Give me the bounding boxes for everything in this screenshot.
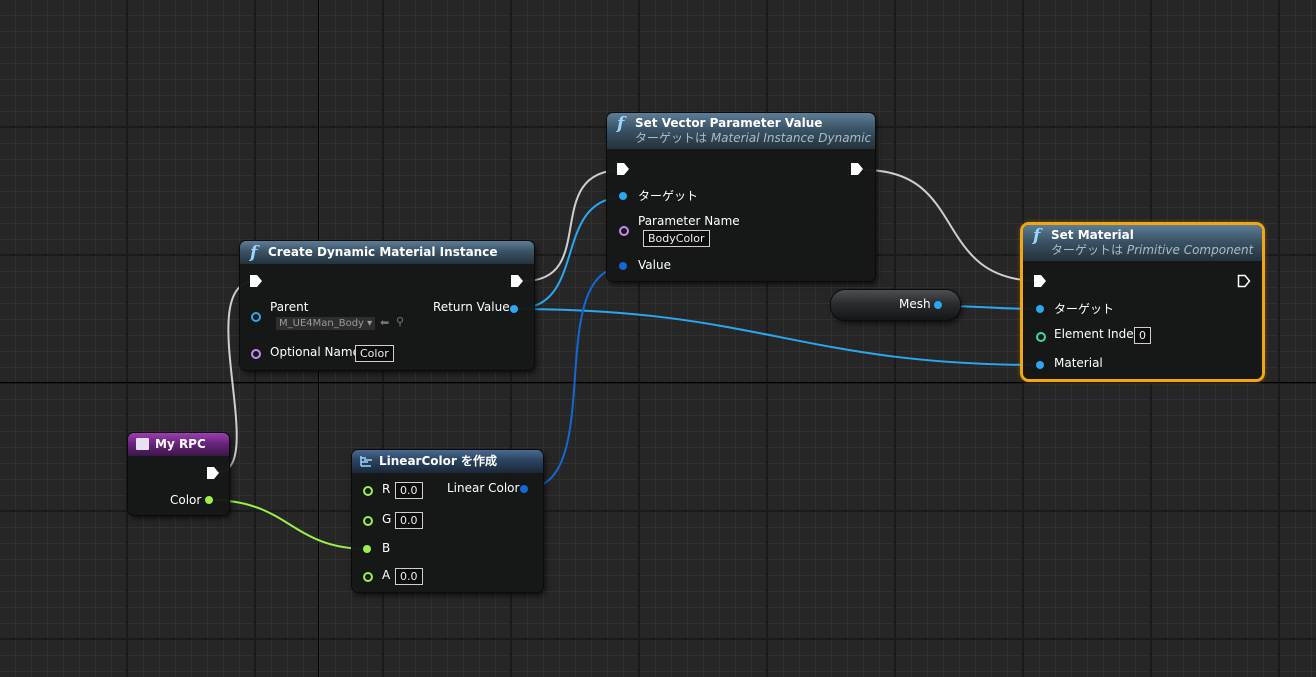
search-icon[interactable]: ⚲ — [396, 315, 404, 328]
color-label: Color — [170, 493, 202, 507]
target-pin[interactable] — [1036, 305, 1044, 313]
element-index-label: Element Index — [1054, 327, 1141, 341]
node-title: LinearColor を作成 — [379, 454, 497, 468]
optional-name-label: Optional Name — [270, 345, 360, 359]
parameter-name-pin[interactable] — [619, 226, 629, 236]
r-label: R — [382, 482, 391, 496]
node-my-rpc-event[interactable]: My RPC Color — [128, 433, 229, 515]
node-title: Set Material — [1051, 228, 1134, 242]
parent-label: Parent — [270, 300, 309, 314]
parent-asset-picker[interactable]: M_UE4Man_Body ▾ — [276, 317, 376, 330]
exec-in-pin[interactable] — [1033, 274, 1047, 288]
parent-asset-name: M_UE4Man_Body — [279, 318, 364, 329]
value-label: Value — [638, 258, 671, 272]
exec-out-pin[interactable] — [1237, 274, 1251, 288]
parent-pin[interactable] — [251, 312, 261, 322]
node-subtitle: ターゲットは Primitive Component — [1051, 243, 1254, 257]
linear-color-output-pin[interactable] — [520, 485, 528, 493]
color-output-pin[interactable] — [205, 496, 213, 504]
function-icon: f — [1033, 226, 1041, 246]
target-pin[interactable] — [619, 192, 627, 200]
element-index-pin[interactable] — [1036, 332, 1046, 342]
node-title: Create Dynamic Material Instance — [268, 245, 498, 259]
node-header[interactable]: LinearColor を作成 — [352, 450, 543, 473]
r-input[interactable]: 0.0 — [395, 482, 423, 499]
parameter-name-label: Parameter Name — [638, 214, 740, 228]
node-title: Set Vector Parameter Value — [635, 116, 823, 130]
exec-in-pin[interactable] — [616, 162, 630, 176]
node-make-linear-color[interactable]: LinearColor を作成 R 0.0 G 0.0 B A 0.0 Line… — [352, 450, 543, 592]
mesh-label: Mesh — [899, 297, 931, 311]
material-pin[interactable] — [1036, 361, 1044, 369]
node-header[interactable]: f Create Dynamic Material Instance — [240, 241, 534, 264]
node-mesh-variable[interactable]: Mesh — [831, 290, 960, 320]
g-input[interactable]: 0.0 — [395, 512, 423, 529]
node-header[interactable]: f Set Material ターゲットは Primitive Componen… — [1023, 225, 1262, 261]
target-label: ターゲット — [1054, 302, 1115, 316]
node-subtitle: ターゲットは Material Instance Dynamic — [635, 131, 872, 145]
node-header[interactable]: f Set Vector Parameter Value ターゲットは Mate… — [607, 113, 875, 149]
b-pin[interactable] — [363, 545, 371, 553]
exec-out-pin[interactable] — [850, 162, 864, 176]
return-value-label: Return Value — [433, 300, 510, 314]
optional-name-pin[interactable] — [251, 349, 261, 359]
make-struct-icon — [360, 456, 372, 467]
wire-return-to-material — [515, 308, 1041, 366]
node-set-material[interactable]: f Set Material ターゲットは Primitive Componen… — [1023, 225, 1262, 379]
function-icon: f — [250, 243, 258, 263]
g-label: G — [382, 512, 392, 526]
r-pin[interactable] — [363, 486, 373, 496]
node-header[interactable]: My RPC — [128, 433, 229, 456]
b-label: B — [382, 541, 391, 555]
a-input[interactable]: 0.0 — [395, 568, 423, 585]
a-pin[interactable] — [363, 572, 373, 582]
element-index-input[interactable]: 0 — [1134, 327, 1151, 344]
node-title: My RPC — [155, 437, 206, 451]
a-label: A — [382, 568, 391, 582]
optional-name-input[interactable]: Color — [355, 345, 394, 362]
node-create-dynamic-material-instance[interactable]: f Create Dynamic Material Instance Paren… — [240, 241, 534, 370]
target-label: ターゲット — [638, 189, 699, 203]
function-icon: f — [617, 114, 625, 134]
g-pin[interactable] — [363, 516, 373, 526]
material-label: Material — [1054, 356, 1103, 370]
return-value-pin[interactable] — [510, 305, 518, 313]
browse-arrow-icon[interactable]: ⬅ — [380, 316, 389, 329]
wire-color-to-b — [209, 499, 369, 550]
linear-color-label: Linear Color — [447, 481, 520, 495]
exec-out-pin[interactable] — [206, 466, 220, 480]
value-pin[interactable] — [619, 262, 627, 270]
parameter-name-input[interactable]: BodyColor — [643, 230, 710, 247]
mesh-output-pin[interactable] — [934, 301, 942, 309]
exec-in-pin[interactable] — [249, 274, 263, 288]
node-set-vector-parameter-value[interactable]: f Set Vector Parameter Value ターゲットは Mate… — [607, 113, 875, 281]
exec-wire-setvector-to-setmaterial — [863, 169, 1041, 282]
exec-out-pin[interactable] — [510, 274, 524, 288]
event-icon — [136, 438, 149, 450]
